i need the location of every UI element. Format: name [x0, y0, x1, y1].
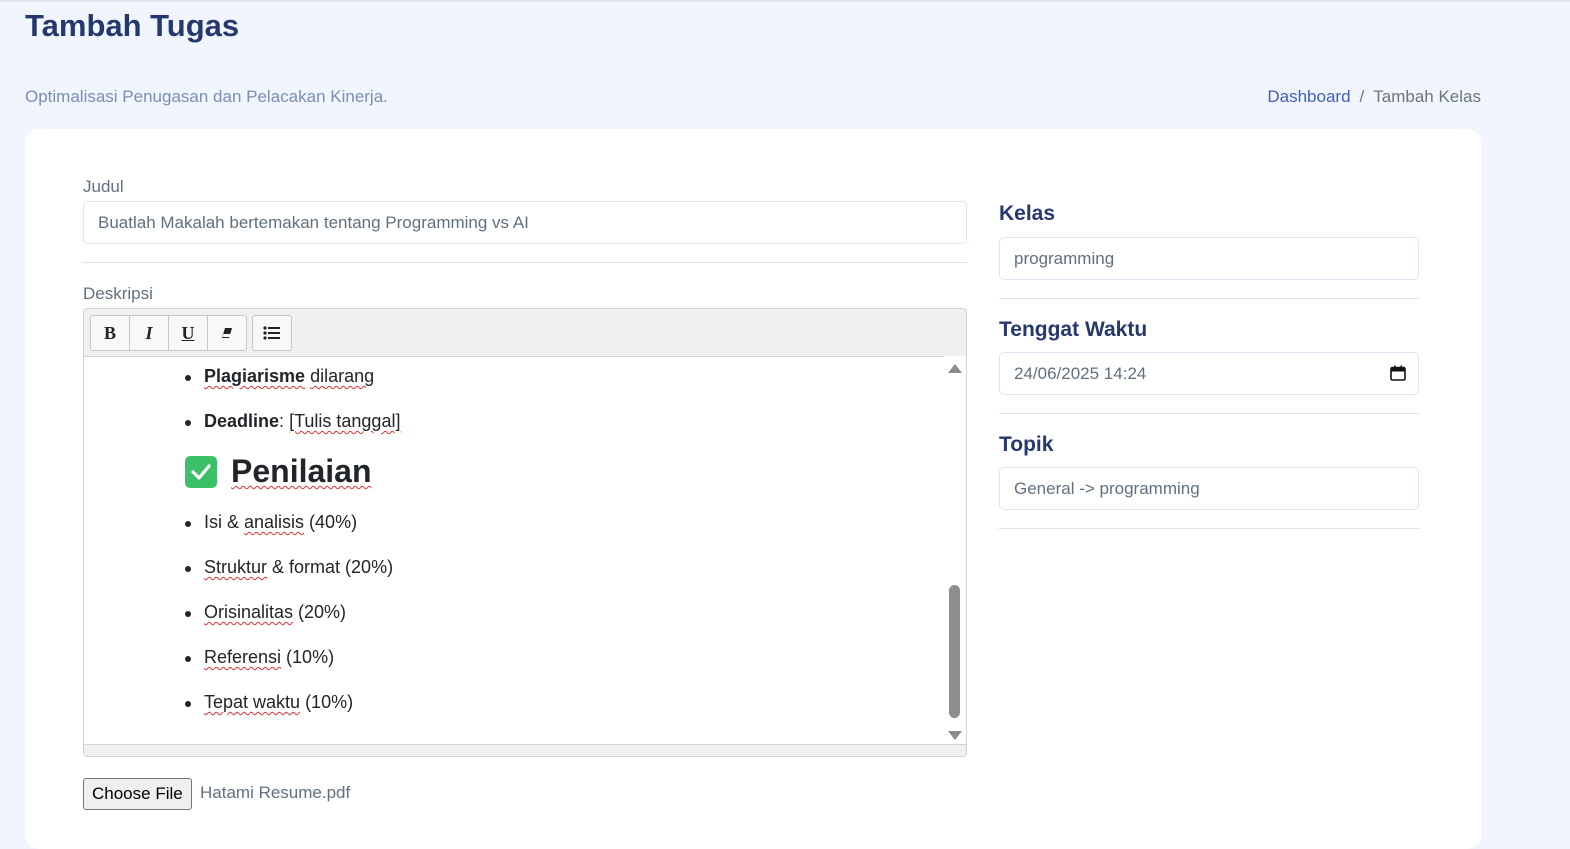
eraser-icon — [222, 328, 232, 338]
item-text: (10%) — [281, 647, 335, 667]
item-text: (40%) — [304, 512, 358, 532]
kelas-value: programming — [1014, 248, 1115, 268]
underline-button[interactable]: U — [169, 316, 208, 350]
list-icon — [263, 326, 280, 340]
format-button-group: B I U — [90, 315, 247, 351]
list-item: Struktur & format (20%) — [184, 557, 394, 578]
topik-value: General -> programming — [1014, 478, 1200, 498]
calendar-icon[interactable] — [1390, 365, 1406, 381]
tenggat-waktu-value: 24/06/2025 14:24 — [1014, 363, 1147, 383]
list-item: Referensi (10%) — [184, 647, 335, 668]
breadcrumb-dashboard-link[interactable]: Dashboard — [1267, 87, 1350, 107]
list-item: Orisinalitas (20%) — [184, 602, 347, 623]
item-text: Struktur — [204, 557, 268, 577]
item-colon: : — [279, 411, 285, 431]
breadcrumb-separator: / — [1359, 87, 1365, 106]
divider — [999, 413, 1419, 414]
editor-scrollbar[interactable] — [944, 356, 966, 746]
bold-button[interactable]: B — [91, 316, 130, 350]
clear-format-button[interactable] — [208, 316, 246, 350]
list-item: Deadline: [Tulis tanggal] — [184, 411, 401, 432]
top-border — [0, 0, 1570, 2]
editor-toolbar: B I U — [84, 309, 966, 357]
deskripsi-label: Deskripsi — [83, 284, 153, 303]
item-text: (10%) — [300, 692, 354, 712]
unordered-list-button[interactable] — [253, 316, 291, 350]
breadcrumb: Dashboard / Tambah Kelas — [1267, 87, 1481, 107]
choose-file-button[interactable]: Choose File — [83, 778, 192, 810]
editor-statusbar — [84, 744, 966, 756]
kelas-label: Kelas — [999, 202, 1056, 225]
list-button-group — [252, 315, 292, 351]
page-subtitle: Optimalisasi Penugasan dan Pelacakan Kin… — [25, 87, 388, 106]
item-text: (20%) — [293, 602, 347, 622]
tenggat-waktu-label: Tenggat Waktu — [999, 318, 1148, 341]
item-text: Isi & — [204, 512, 245, 532]
item-text: Tepat waktu — [204, 692, 301, 712]
topik-input[interactable]: General -> programming — [999, 467, 1419, 510]
item-text: [Tulis tanggal] — [289, 411, 401, 431]
list-item: Tepat waktu (10%) — [184, 692, 354, 713]
italic-button[interactable]: I — [130, 316, 169, 350]
divider — [83, 262, 967, 263]
file-name: Hatami Resume.pdf — [200, 783, 351, 802]
heading-text: Penilaian — [231, 453, 372, 489]
scroll-down-arrow-icon[interactable] — [948, 731, 962, 740]
topik-label: Topik — [999, 433, 1054, 456]
scroll-up-arrow-icon[interactable] — [948, 364, 962, 373]
judul-label: Judul — [83, 177, 124, 196]
tenggat-waktu-input[interactable]: 24/06/2025 14:24 — [999, 352, 1419, 395]
divider — [999, 528, 1419, 529]
list-item: Plagiarisme dilarang — [184, 366, 375, 387]
editor-content[interactable]: Plagiarisme dilarang Deadline: [Tulis ta… — [84, 356, 944, 746]
item-text: Orisinalitas — [204, 602, 294, 622]
judul-value: Buatlah Makalah bertemakan tentang Progr… — [98, 212, 529, 232]
item-text: analisis — [244, 512, 305, 532]
bold-text: Plagiarisme — [204, 366, 306, 386]
list-item: Isi & analisis (40%) — [184, 512, 358, 533]
item-text: dilarang — [310, 366, 375, 386]
divider — [999, 298, 1419, 299]
page-title: Tambah Tugas — [25, 8, 240, 43]
scroll-thumb[interactable] — [949, 585, 960, 718]
judul-input[interactable]: Buatlah Makalah bertemakan tentang Progr… — [83, 201, 967, 244]
rich-text-editor[interactable]: B I U Plagiarisme dilarang Deadline: [Tu… — [83, 308, 967, 757]
check-mark-icon — [185, 455, 217, 488]
item-text: & format (20%) — [267, 557, 394, 577]
bold-text: Deadline — [204, 411, 280, 431]
breadcrumb-current: Tambah Kelas — [1373, 87, 1481, 106]
item-text: Referensi — [204, 647, 282, 667]
section-heading: Penilaian — [185, 453, 372, 490]
kelas-input[interactable]: programming — [999, 237, 1419, 280]
